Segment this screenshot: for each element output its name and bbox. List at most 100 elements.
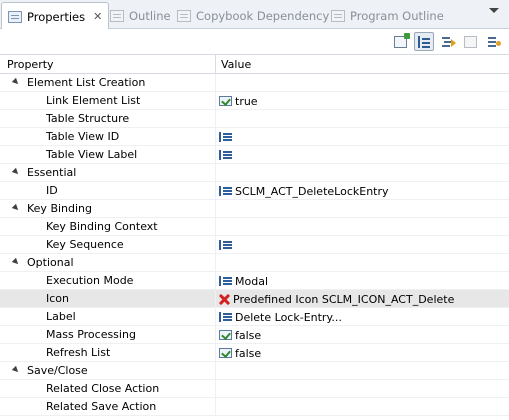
column-divider bbox=[215, 344, 216, 362]
show-advanced-icon bbox=[441, 36, 456, 48]
property-name: Execution Mode bbox=[46, 274, 134, 287]
property-value[interactable]: true bbox=[219, 93, 258, 109]
column-divider bbox=[215, 200, 216, 218]
column-divider bbox=[215, 236, 216, 254]
filter-button[interactable] bbox=[460, 32, 480, 51]
table-row[interactable]: Refresh List false bbox=[0, 344, 509, 362]
restore-default-icon bbox=[487, 36, 501, 48]
category-row[interactable]: Element List Creation bbox=[0, 74, 509, 92]
copybook-dependency-icon bbox=[177, 10, 191, 22]
column-divider bbox=[215, 326, 216, 344]
column-header-property[interactable]: Property bbox=[7, 58, 54, 71]
category-row[interactable]: Essential bbox=[0, 164, 509, 182]
property-value[interactable] bbox=[219, 147, 235, 163]
list-value-icon bbox=[219, 312, 232, 322]
tab-outline-label: Outline bbox=[129, 9, 171, 23]
property-name: Key Sequence bbox=[46, 238, 124, 251]
tab-properties[interactable]: Properties ✕ bbox=[1, 2, 110, 30]
property-value[interactable]: false bbox=[219, 327, 261, 343]
properties-icon bbox=[8, 10, 22, 23]
list-value-icon bbox=[219, 240, 232, 250]
table-row[interactable]: Mass Processing false bbox=[0, 326, 509, 344]
column-divider bbox=[215, 290, 216, 308]
property-value[interactable]: Delete Lock-Entry... bbox=[219, 309, 342, 325]
property-value[interactable]: Predefined Icon SCLM_ICON_ACT_Delete bbox=[219, 291, 454, 307]
property-value[interactable]: false bbox=[219, 345, 261, 361]
property-name: Key Binding Context bbox=[46, 220, 158, 233]
list-value-icon bbox=[219, 150, 232, 160]
property-value-text: true bbox=[235, 94, 258, 108]
column-divider bbox=[215, 380, 216, 398]
close-icon[interactable]: ✕ bbox=[93, 10, 102, 23]
expand-triangle-icon[interactable] bbox=[11, 257, 21, 267]
tab-properties-label: Properties bbox=[27, 9, 86, 24]
column-divider bbox=[215, 362, 216, 380]
table-header: Property Value bbox=[0, 54, 509, 75]
property-name: Related Close Action bbox=[46, 382, 160, 395]
property-value[interactable] bbox=[219, 129, 235, 145]
table-row[interactable]: Table View ID bbox=[0, 128, 509, 146]
show-advanced-button[interactable] bbox=[437, 32, 457, 51]
table-row[interactable]: Table View Label bbox=[0, 146, 509, 164]
property-value-text: Modal bbox=[235, 274, 268, 288]
property-name: Mass Processing bbox=[46, 328, 136, 341]
table-rows: Element List Creation Link Element List tr… bbox=[0, 74, 509, 416]
table-row[interactable]: Icon Predefined Icon SCLM_ICON_ACT_Delete bbox=[0, 290, 509, 308]
tab-copybook-dependency-label: Copybook Dependency bbox=[196, 9, 330, 23]
expand-triangle-icon[interactable] bbox=[11, 203, 21, 213]
property-value-text: false bbox=[235, 328, 262, 342]
expand-triangle-icon[interactable] bbox=[11, 77, 21, 87]
boolean-icon bbox=[219, 348, 232, 358]
property-name: Icon bbox=[46, 292, 69, 305]
show-categories-button[interactable] bbox=[414, 32, 434, 51]
table-row[interactable]: Related Save Action bbox=[0, 398, 509, 416]
pin-to-selection-icon bbox=[393, 32, 410, 48]
tab-outline[interactable]: Outline bbox=[104, 3, 177, 29]
table-row[interactable]: Related Close Action bbox=[0, 380, 509, 398]
table-row[interactable]: Execution Mode Modal bbox=[0, 272, 509, 290]
property-value[interactable] bbox=[219, 237, 235, 253]
column-separator[interactable] bbox=[215, 55, 216, 75]
program-outline-icon bbox=[331, 10, 345, 22]
column-divider bbox=[215, 146, 216, 164]
table-row[interactable]: ID SCLM_ACT_DeleteLockEntry bbox=[0, 182, 509, 200]
property-value[interactable]: Modal bbox=[219, 273, 268, 289]
view-menu-chevron-down-icon[interactable] bbox=[487, 6, 501, 16]
column-divider bbox=[215, 254, 216, 272]
property-name: Table View Label bbox=[46, 148, 138, 161]
restore-default-button[interactable] bbox=[483, 32, 503, 51]
property-name: Related Save Action bbox=[46, 400, 157, 413]
property-name: Link Element List bbox=[46, 94, 141, 107]
column-divider bbox=[215, 182, 216, 200]
table-row[interactable]: Key Sequence bbox=[0, 236, 509, 254]
property-name: Key Binding bbox=[27, 202, 93, 215]
property-name: Essential bbox=[27, 166, 77, 179]
table-row[interactable]: Key Binding Context bbox=[0, 218, 509, 236]
property-name: Refresh List bbox=[46, 346, 111, 359]
expand-triangle-icon[interactable] bbox=[11, 167, 21, 177]
column-divider bbox=[215, 128, 216, 146]
property-value[interactable]: SCLM_ACT_DeleteLockEntry bbox=[219, 183, 389, 199]
column-divider bbox=[215, 74, 216, 92]
error-icon bbox=[219, 294, 230, 305]
properties-toolbar bbox=[0, 29, 509, 54]
pin-to-selection-button[interactable] bbox=[390, 32, 410, 51]
column-divider bbox=[215, 308, 216, 326]
table-row[interactable]: Table Structure bbox=[0, 110, 509, 128]
table-row[interactable]: Label Delete Lock-Entry... bbox=[0, 308, 509, 326]
property-value-text: SCLM_ACT_DeleteLockEntry bbox=[235, 184, 389, 198]
tab-program-outline[interactable]: Program Outline bbox=[325, 3, 450, 29]
category-row[interactable]: Key Binding bbox=[0, 200, 509, 218]
filter-icon bbox=[463, 35, 477, 48]
property-value-text: Delete Lock-Entry... bbox=[235, 310, 342, 324]
category-row[interactable]: Save/Close bbox=[0, 362, 509, 380]
expand-triangle-icon[interactable] bbox=[11, 365, 21, 375]
properties-table: Property Value Element List Creation Link… bbox=[0, 54, 509, 420]
list-value-icon bbox=[219, 132, 232, 142]
category-row[interactable]: Optional bbox=[0, 254, 509, 272]
show-categories-icon bbox=[417, 35, 431, 48]
column-divider bbox=[215, 92, 216, 110]
tab-copybook-dependency[interactable]: Copybook Dependency bbox=[171, 3, 335, 29]
column-header-value[interactable]: Value bbox=[221, 58, 251, 71]
table-row[interactable]: Link Element List true bbox=[0, 92, 509, 110]
